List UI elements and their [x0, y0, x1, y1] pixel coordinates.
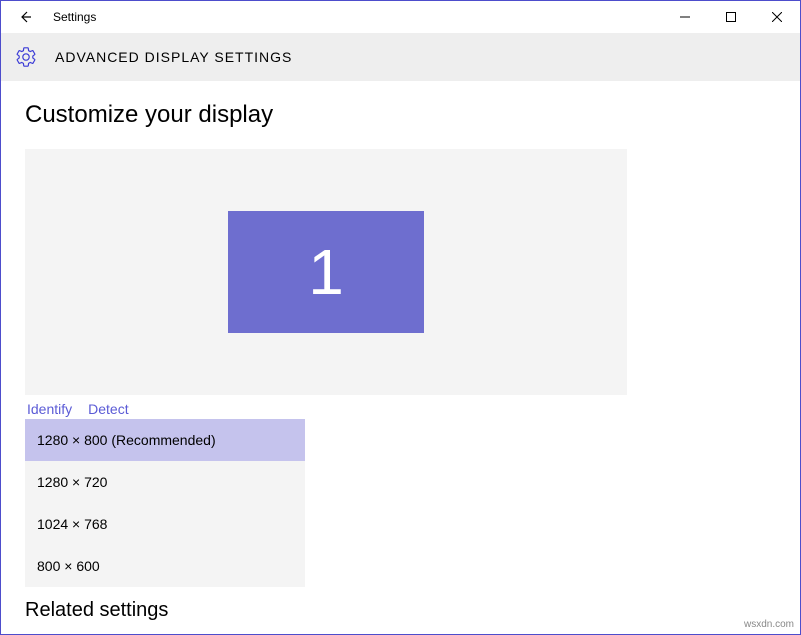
- window-title: Settings: [53, 10, 96, 24]
- maximize-button[interactable]: [708, 1, 754, 33]
- gear-icon: [15, 46, 37, 68]
- minimize-icon: [680, 12, 690, 22]
- page-heading: Customize your display: [25, 101, 776, 129]
- header-bar: ADVANCED DISPLAY SETTINGS: [1, 33, 800, 81]
- link-row: Identify Detect: [25, 401, 776, 417]
- page-title: ADVANCED DISPLAY SETTINGS: [55, 49, 292, 65]
- detect-link[interactable]: Detect: [88, 401, 128, 417]
- maximize-icon: [726, 12, 736, 22]
- resolution-option[interactable]: 1280 × 800 (Recommended): [25, 419, 305, 461]
- related-settings-heading: Related settings: [25, 599, 776, 622]
- display-preview: 1: [25, 149, 627, 395]
- close-icon: [772, 12, 782, 22]
- resolution-option[interactable]: 800 × 600: [25, 545, 305, 587]
- window-controls: [662, 1, 800, 33]
- watermark: wsxdn.com: [744, 619, 794, 630]
- monitor-tile[interactable]: 1: [228, 211, 424, 333]
- resolution-option[interactable]: 1024 × 768: [25, 503, 305, 545]
- resolution-option[interactable]: 1280 × 720: [25, 461, 305, 503]
- back-button[interactable]: [1, 1, 49, 33]
- minimize-button[interactable]: [662, 1, 708, 33]
- monitor-number: 1: [308, 235, 344, 309]
- back-arrow-icon: [17, 9, 33, 25]
- resolution-dropdown[interactable]: 1280 × 800 (Recommended) 1280 × 720 1024…: [25, 419, 305, 587]
- titlebar: Settings: [1, 1, 800, 33]
- content-area: Customize your display 1 Identify Detect…: [1, 81, 800, 622]
- identify-link[interactable]: Identify: [27, 401, 72, 417]
- close-button[interactable]: [754, 1, 800, 33]
